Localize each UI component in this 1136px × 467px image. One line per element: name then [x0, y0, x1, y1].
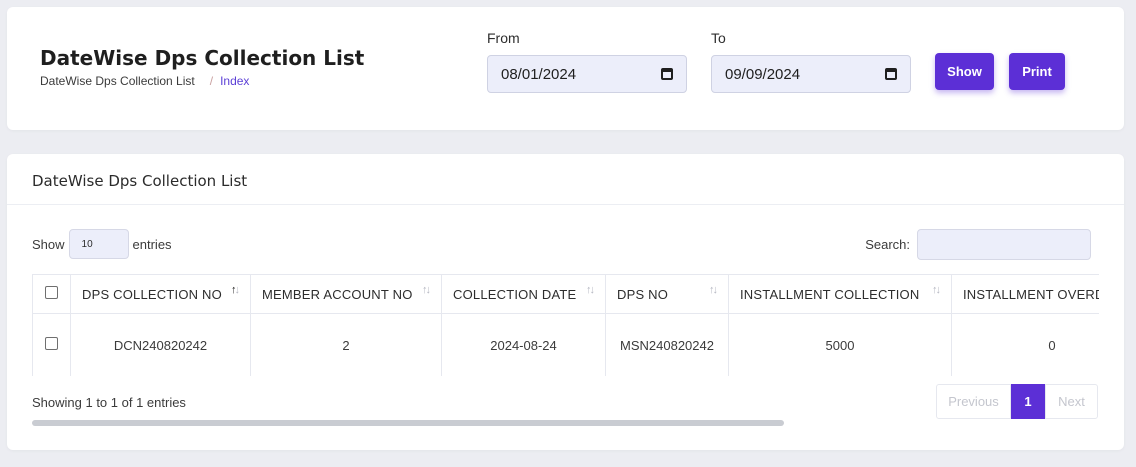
- column-header-installment-collection[interactable]: INSTALLMENT COLLECTION ↑↓: [728, 274, 952, 314]
- calendar-icon[interactable]: [661, 68, 673, 80]
- page-1-button[interactable]: 1: [1011, 384, 1045, 419]
- pagination: Previous 1 Next: [936, 384, 1098, 419]
- breadcrumb-separator: /: [209, 74, 214, 88]
- page-length-select[interactable]: 10: [68, 229, 129, 259]
- table-info: Showing 1 to 1 of 1 entries: [32, 395, 186, 410]
- cell-collection-date: 2024-08-24: [441, 313, 606, 376]
- sort-arrows-icon: ↑↓: [231, 284, 240, 296]
- page-title: DateWise Dps Collection List: [40, 46, 365, 70]
- sort-arrows-icon: ↑↓: [586, 284, 595, 296]
- show-suffix: entries: [132, 236, 172, 252]
- to-label: To: [711, 30, 726, 46]
- cell-installment-collection: 5000: [728, 313, 952, 376]
- print-button[interactable]: Print: [1009, 53, 1065, 90]
- breadcrumb: DateWise Dps Collection List / Index: [40, 74, 249, 88]
- column-header-installment-overdue[interactable]: INSTALLMENT OVERDUE: [951, 274, 1099, 314]
- from-date-value: 08/01/2024: [501, 65, 577, 83]
- row-checkbox[interactable]: [45, 337, 58, 350]
- column-label: INSTALLMENT COLLECTION: [740, 286, 920, 302]
- column-header-dps-no[interactable]: DPS NO ↑↓: [605, 274, 729, 314]
- cell-installment-overdue: 0: [951, 313, 1099, 376]
- column-label: INSTALLMENT OVERDUE: [963, 286, 1099, 302]
- previous-page-button[interactable]: Previous: [936, 384, 1011, 419]
- column-header-member-account-no[interactable]: MEMBER ACCOUNT NO ↑↓: [250, 274, 442, 314]
- column-label: DPS COLLECTION NO: [82, 286, 222, 302]
- table-container[interactable]: DPS COLLECTION NO ↑↓ MEMBER ACCOUNT NO ↑…: [32, 274, 1099, 376]
- row-select-cell: [32, 313, 71, 376]
- search-input[interactable]: [917, 229, 1091, 260]
- from-label: From: [487, 30, 520, 46]
- cell-dps-no: MSN240820242: [605, 313, 729, 376]
- page-header-card: DateWise Dps Collection List DateWise Dp…: [7, 7, 1124, 130]
- sort-arrows-icon: ↑↓: [422, 284, 431, 296]
- select-all-checkbox[interactable]: [45, 286, 58, 299]
- breadcrumb-index-link[interactable]: Index: [220, 74, 249, 88]
- horizontal-scrollbar[interactable]: [32, 420, 784, 426]
- list-title: DateWise Dps Collection List: [32, 172, 248, 190]
- column-label: DPS NO: [617, 286, 669, 302]
- show-prefix: Show: [32, 236, 65, 252]
- search-control: Search:: [865, 229, 1091, 260]
- table-header-row: DPS COLLECTION NO ↑↓ MEMBER ACCOUNT NO ↑…: [32, 274, 1099, 314]
- table-row: DCN240820242 2 2024-08-24 MSN240820242 5…: [32, 313, 1099, 376]
- column-label: COLLECTION DATE: [453, 286, 577, 302]
- show-button[interactable]: Show: [935, 53, 994, 90]
- data-table: DPS COLLECTION NO ↑↓ MEMBER ACCOUNT NO ↑…: [32, 274, 1099, 376]
- column-label: MEMBER ACCOUNT NO: [262, 286, 413, 302]
- column-header-collection-date[interactable]: COLLECTION DATE ↑↓: [441, 274, 606, 314]
- cell-member-account-no: 2: [250, 313, 442, 376]
- from-date-input[interactable]: 08/01/2024: [487, 55, 687, 93]
- sort-arrows-icon: ↑↓: [709, 284, 718, 296]
- search-label: Search:: [865, 237, 910, 252]
- next-page-button[interactable]: Next: [1045, 384, 1098, 419]
- select-all-header: [32, 274, 71, 314]
- column-header-dps-collection-no[interactable]: DPS COLLECTION NO ↑↓: [70, 274, 251, 314]
- sort-arrows-icon: ↑↓: [932, 284, 941, 296]
- to-date-input[interactable]: 09/09/2024: [711, 55, 911, 93]
- breadcrumb-current: DateWise Dps Collection List: [40, 74, 195, 88]
- page-length-control: Show 10 entries: [32, 229, 172, 259]
- list-card: DateWise Dps Collection List Show 10 ent…: [7, 154, 1124, 450]
- cell-dps-collection-no: DCN240820242: [70, 313, 251, 376]
- to-date-value: 09/09/2024: [725, 65, 801, 83]
- calendar-icon[interactable]: [885, 68, 897, 80]
- divider: [7, 204, 1124, 205]
